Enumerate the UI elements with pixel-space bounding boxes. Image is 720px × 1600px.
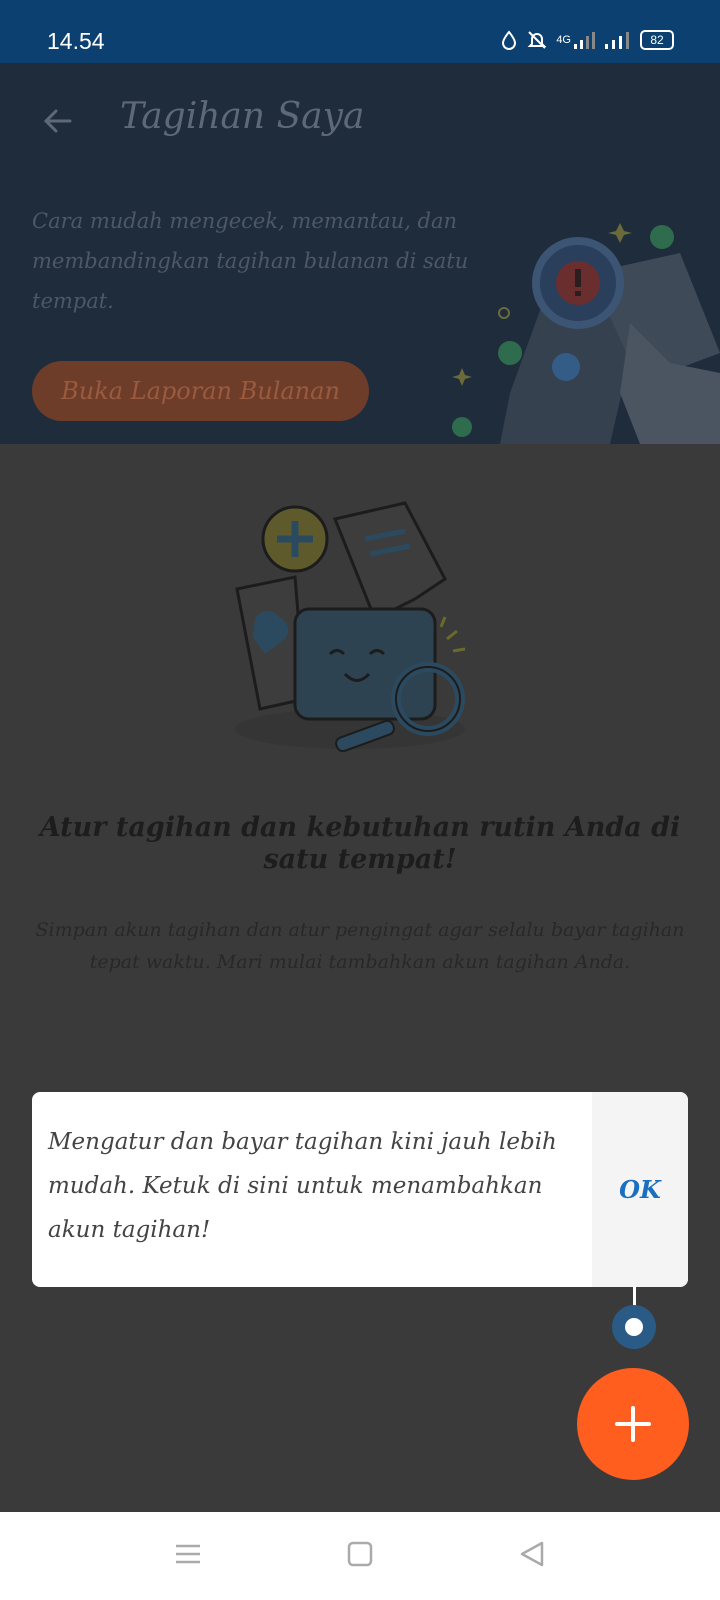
status-icons: 4G 82	[500, 30, 674, 50]
status-bar: 14.54 4G 82	[0, 0, 720, 63]
bills-wallet-illustration	[235, 501, 466, 753]
empty-state: Atur tagihan dan kebutuhan rutin Anda di…	[0, 444, 720, 1512]
plus-icon	[615, 1406, 651, 1442]
system-nav-bar	[0, 1512, 720, 1600]
tooltip-message: Mengatur dan bayar tagihan kini jauh leb…	[48, 1129, 557, 1243]
home-icon[interactable]	[346, 1540, 374, 1568]
add-bill-button[interactable]	[577, 1368, 689, 1480]
header-description: Cara mudah mengecek, memantau, dan memba…	[32, 209, 469, 313]
tooltip-pointer-dot	[612, 1305, 656, 1349]
signal-icon	[574, 32, 595, 49]
open-monthly-report-button[interactable]: Buka Laporan Bulanan	[32, 361, 369, 421]
back-arrow-icon[interactable]	[40, 103, 76, 139]
ok-button[interactable]: OK	[592, 1092, 688, 1287]
bill-magnifier-illustration	[452, 223, 720, 444]
menu-icon[interactable]	[174, 1540, 202, 1568]
page-title: Tagihan Saya	[120, 96, 365, 137]
empty-state-subtext: Simpan akun tagihan dan atur pengingat a…	[35, 919, 685, 973]
header-banner: Tagihan Saya Cara mudah mengecek, memant…	[0, 63, 720, 444]
back-icon[interactable]	[518, 1540, 546, 1568]
network-label: 4G	[556, 34, 571, 46]
onboarding-tooltip: Mengatur dan bayar tagihan kini jauh leb…	[32, 1092, 688, 1287]
water-drop-icon	[502, 30, 517, 50]
battery-indicator: 82	[640, 30, 674, 50]
bell-muted-icon	[527, 31, 547, 49]
status-time: 14.54	[47, 28, 105, 54]
signal-icon-2	[605, 32, 629, 49]
empty-state-heading: Atur tagihan dan kebutuhan rutin Anda di…	[39, 812, 681, 875]
